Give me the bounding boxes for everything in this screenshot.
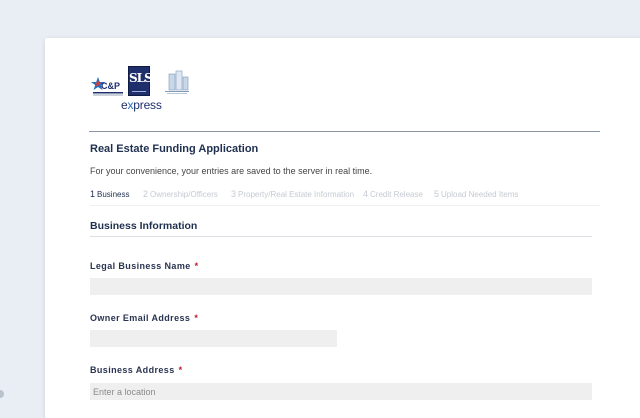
step-credit-release[interactable]: 4 Credit Release <box>363 189 423 199</box>
owner-email-input[interactable] <box>90 330 337 347</box>
svg-text:C&P: C&P <box>101 81 120 91</box>
step-ownership-officers[interactable]: 2 Ownership/Officers <box>143 189 218 199</box>
sls-logo: SLS <box>128 66 153 96</box>
required-marker: * <box>194 261 199 271</box>
form-card: C&P SLS express Real Estate Funding Appl… <box>45 38 640 418</box>
header-divider <box>89 131 600 132</box>
logo-group: C&P SLS express <box>91 66 201 112</box>
side-handle[interactable] <box>0 390 4 398</box>
sls-logo-underline <box>132 91 146 92</box>
step-upload-needed-items[interactable]: 5 Upload Needed Items <box>434 189 518 199</box>
section-divider <box>90 236 592 237</box>
required-marker: * <box>194 313 199 323</box>
business-address-label: Business Address * <box>90 365 183 375</box>
step-nav: 1 Business 2 Ownership/Officers 3 Property/… <box>90 189 600 206</box>
page-subtitle: For your convenience, your entries are s… <box>90 166 373 176</box>
page-title: Real Estate Funding Application <box>90 143 259 155</box>
express-logo-text: express <box>121 98 162 112</box>
required-marker: * <box>178 365 183 375</box>
legal-business-name-label: Legal Business Name * <box>90 261 199 271</box>
step-business[interactable]: 1 Business <box>90 189 129 199</box>
step-property-information[interactable]: 3 Property/Real Estate Information <box>231 189 354 199</box>
legal-business-name-input[interactable] <box>90 278 592 295</box>
sls-logo-text: SLS <box>129 71 153 85</box>
building-logo-icon <box>165 70 189 94</box>
business-address-input[interactable] <box>90 383 592 400</box>
section-title: Business Information <box>90 220 198 232</box>
cp-logo-icon: C&P <box>91 77 123 96</box>
owner-email-label: Owner Email Address * <box>90 313 199 323</box>
